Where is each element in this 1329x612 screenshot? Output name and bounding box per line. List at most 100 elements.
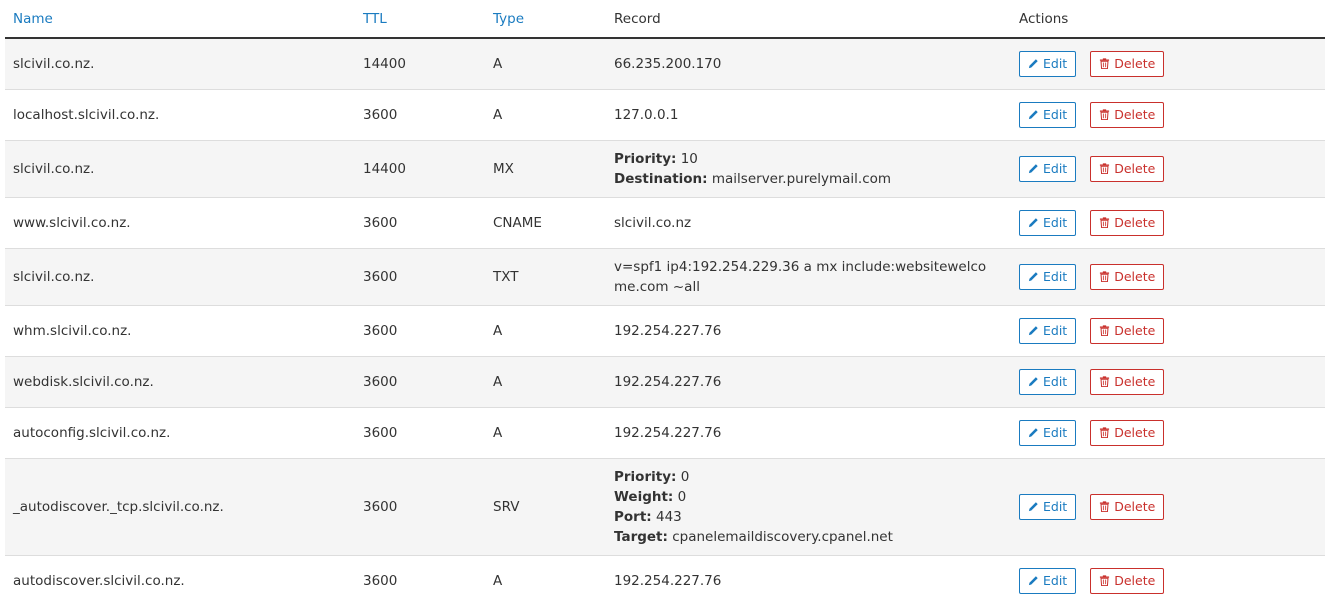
column-header-record: Record bbox=[606, 0, 1011, 39]
record-ttl: 3600 bbox=[355, 304, 485, 356]
edit-button[interactable]: Edit bbox=[1019, 101, 1077, 128]
table-row: slcivil.co.nz. 14400 A 66.235.200.170 Edit De… bbox=[5, 38, 1325, 89]
edit-button[interactable]: Edit bbox=[1019, 317, 1077, 344]
delete-button[interactable]: Delete bbox=[1090, 317, 1165, 344]
delete-button[interactable]: Delete bbox=[1090, 263, 1165, 290]
record-line: Destination: mailserver.purelymail.com bbox=[614, 169, 1011, 189]
record-value-cell: 127.0.0.1 bbox=[606, 88, 1011, 140]
delete-button[interactable]: Delete bbox=[1090, 155, 1165, 182]
table-row: _autodiscover._tcp.slcivil.co.nz. 3600 SRV… bbox=[5, 457, 1325, 555]
delete-button[interactable]: Delete bbox=[1090, 101, 1165, 128]
record-line: 192.254.227.76 bbox=[614, 321, 991, 341]
record-value-cell: v=spf1 ip4:192.254.229.36 a mx include:w… bbox=[606, 247, 1011, 305]
table-row: localhost.slcivil.co.nz. 3600 A 127.0.0.1 Ed… bbox=[5, 88, 1325, 140]
record-type: CNAME bbox=[485, 196, 606, 248]
record-value-cell: 66.235.200.170 bbox=[606, 38, 1011, 89]
record-type: TXT bbox=[485, 247, 606, 305]
edit-button[interactable]: Edit bbox=[1019, 419, 1077, 446]
edit-button[interactable]: Edit bbox=[1019, 155, 1077, 182]
delete-button[interactable]: Delete bbox=[1090, 368, 1165, 395]
table-row: autoconfig.slcivil.co.nz. 3600 A 192.254.22… bbox=[5, 406, 1325, 458]
record-actions: Edit Delete bbox=[1011, 139, 1325, 197]
delete-button[interactable]: Delete bbox=[1090, 50, 1165, 77]
edit-button[interactable]: Edit bbox=[1019, 493, 1077, 520]
edit-button[interactable]: Edit bbox=[1019, 263, 1077, 290]
record-field-label: Target: bbox=[614, 528, 668, 545]
delete-button-label: Delete bbox=[1114, 107, 1156, 122]
record-name: slcivil.co.nz. bbox=[5, 247, 355, 305]
record-name: autodiscover.slcivil.co.nz. bbox=[5, 554, 355, 606]
record-field-value: 0 bbox=[680, 468, 690, 485]
edit-button[interactable]: Edit bbox=[1019, 209, 1077, 236]
record-field-value: cpanelemaildiscovery.cpanel.net bbox=[672, 528, 893, 545]
record-ttl: 3600 bbox=[355, 406, 485, 458]
record-line: Port: 443 bbox=[614, 507, 1011, 527]
edit-button[interactable]: Edit bbox=[1019, 50, 1077, 77]
record-line: Weight: 0 bbox=[614, 487, 1011, 507]
delete-button-label: Delete bbox=[1114, 323, 1156, 338]
record-field-value: 66.235.200.170 bbox=[614, 55, 722, 72]
record-actions: Edit Delete bbox=[1011, 304, 1325, 356]
pencil-icon bbox=[1028, 59, 1038, 69]
record-ttl: 3600 bbox=[355, 196, 485, 248]
pencil-icon bbox=[1028, 164, 1038, 174]
record-name: autoconfig.slcivil.co.nz. bbox=[5, 406, 355, 458]
record-field-value: 0 bbox=[677, 488, 687, 505]
record-field-value: 127.0.0.1 bbox=[614, 106, 679, 123]
record-field-value: slcivil.co.nz bbox=[614, 214, 692, 231]
trash-icon bbox=[1100, 427, 1110, 438]
delete-button-label: Delete bbox=[1114, 215, 1156, 230]
record-line: 192.254.227.76 bbox=[614, 571, 991, 591]
record-line: 66.235.200.170 bbox=[614, 54, 991, 74]
record-actions: Edit Delete bbox=[1011, 355, 1325, 407]
delete-button-label: Delete bbox=[1114, 56, 1156, 72]
record-field-value: mailserver.purelymail.com bbox=[711, 170, 892, 187]
edit-button-label: Edit bbox=[1043, 573, 1068, 589]
dns-records-table: Name TTL Type Record Actions slcivil.co.… bbox=[5, 0, 1325, 606]
edit-button-label: Edit bbox=[1043, 499, 1068, 514]
delete-button[interactable]: Delete bbox=[1090, 419, 1165, 446]
record-actions: Edit Delete bbox=[1011, 38, 1325, 89]
record-line: Priority: 0 bbox=[614, 467, 1011, 487]
record-ttl: 3600 bbox=[355, 355, 485, 407]
trash-icon bbox=[1100, 163, 1110, 174]
edit-button[interactable]: Edit bbox=[1019, 567, 1077, 594]
record-ttl: 3600 bbox=[355, 554, 485, 606]
table-row: www.slcivil.co.nz. 3600 CNAME slcivil.co.nz… bbox=[5, 196, 1325, 248]
record-type: A bbox=[485, 304, 606, 356]
record-type: A bbox=[485, 355, 606, 407]
record-ttl: 3600 bbox=[355, 247, 485, 305]
delete-button[interactable]: Delete bbox=[1090, 493, 1165, 520]
trash-icon bbox=[1100, 501, 1110, 512]
edit-button-label: Edit bbox=[1043, 374, 1068, 389]
record-actions: Edit Delete bbox=[1011, 554, 1325, 606]
delete-button[interactable]: Delete bbox=[1090, 567, 1165, 594]
record-actions: Edit Delete bbox=[1011, 406, 1325, 458]
pencil-icon bbox=[1028, 502, 1038, 512]
record-value-cell: 192.254.227.76 bbox=[606, 406, 1011, 458]
column-header-ttl[interactable]: TTL bbox=[355, 0, 485, 39]
record-field-label: Priority: bbox=[614, 150, 677, 167]
trash-icon bbox=[1100, 217, 1110, 228]
record-line: 192.254.227.76 bbox=[614, 372, 991, 392]
record-value-cell: 192.254.227.76 bbox=[606, 304, 1011, 356]
delete-button-label: Delete bbox=[1114, 269, 1156, 284]
record-field-value: 192.254.227.76 bbox=[614, 572, 722, 589]
delete-button[interactable]: Delete bbox=[1090, 209, 1165, 236]
record-line: v=spf1 ip4:192.254.229.36 a mx include:w… bbox=[614, 257, 991, 297]
table-row: whm.slcivil.co.nz. 3600 A 192.254.227.76 Edi… bbox=[5, 304, 1325, 356]
delete-button-label: Delete bbox=[1114, 161, 1156, 176]
column-header-name[interactable]: Name bbox=[5, 0, 355, 39]
record-field-value: 10 bbox=[680, 150, 698, 167]
trash-icon bbox=[1100, 271, 1110, 282]
pencil-icon bbox=[1028, 272, 1038, 282]
record-field-value: 192.254.227.76 bbox=[614, 322, 722, 339]
column-header-type[interactable]: Type bbox=[485, 0, 606, 39]
edit-button-label: Edit bbox=[1043, 107, 1068, 122]
edit-button[interactable]: Edit bbox=[1019, 368, 1077, 395]
record-line: 127.0.0.1 bbox=[614, 105, 991, 125]
record-ttl: 14400 bbox=[355, 139, 485, 197]
trash-icon bbox=[1100, 575, 1110, 587]
record-field-label: Weight: bbox=[614, 488, 674, 505]
record-field-value: 192.254.227.76 bbox=[614, 373, 722, 390]
